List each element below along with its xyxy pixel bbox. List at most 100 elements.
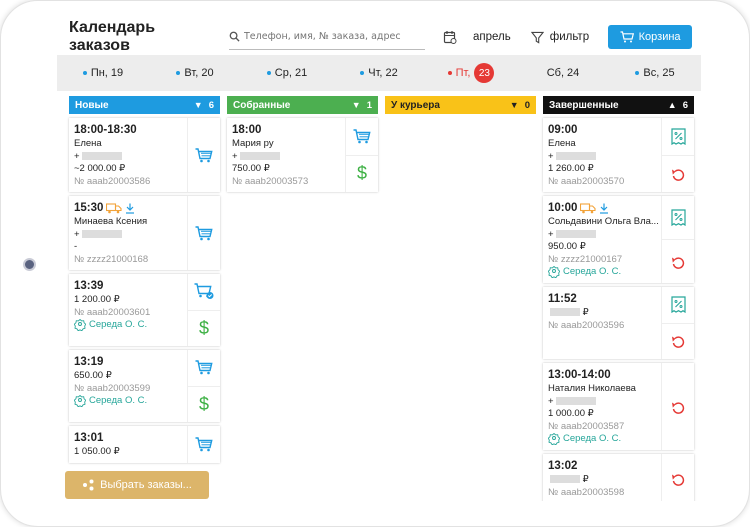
tab-day-fri[interactable]: Пт, 23 xyxy=(425,55,517,91)
customer-name: Наталия Николаева xyxy=(548,383,636,394)
order-time-row: 11:52 xyxy=(548,291,656,307)
courier-name: Середа О. С. xyxy=(89,395,148,406)
order-card[interactable]: 13:02 ₽ № aaab20003598 xyxy=(543,454,694,501)
cart-button[interactable]: Корзина xyxy=(608,25,693,49)
customer-phone: + xyxy=(232,150,238,162)
undo-button[interactable] xyxy=(662,363,694,450)
redacted-phone xyxy=(81,151,122,160)
receipt-icon xyxy=(670,296,686,314)
order-card[interactable]: 09:00 Елена +1 260.00 ₽ № aaab20003570 xyxy=(543,118,694,192)
courier-badge-icon xyxy=(74,319,86,332)
select-orders-button[interactable]: Выбрать заказы... xyxy=(65,471,209,499)
calendar-icon xyxy=(443,30,457,44)
camera-icon xyxy=(23,258,36,271)
undo-button[interactable] xyxy=(662,324,694,360)
cart-button[interactable] xyxy=(188,426,220,463)
tab-day-sat[interactable]: Сб, 24 xyxy=(517,55,609,91)
order-actions: $ xyxy=(187,350,220,422)
customer-phone: + xyxy=(74,150,80,162)
dollar-button[interactable]: $ xyxy=(346,156,378,193)
order-actions xyxy=(661,287,694,359)
column-header[interactable]: У курьера ▼ 0 xyxy=(385,96,536,114)
dollar-button[interactable]: $ xyxy=(188,387,220,423)
month-picker[interactable]: апрель xyxy=(443,30,511,44)
tab-day-wed[interactable]: Ср, 21 xyxy=(241,55,333,91)
undo-icon xyxy=(671,334,685,349)
tab-day-thu[interactable]: Чт, 22 xyxy=(333,55,425,91)
customer-phone-row: + xyxy=(74,151,182,164)
download-icon xyxy=(125,203,135,214)
day-dot xyxy=(176,71,181,75)
undo-button[interactable] xyxy=(662,156,694,193)
column-title: У курьера xyxy=(391,99,440,111)
order-amount: ~2 000.00 ₽ xyxy=(74,163,126,174)
customer-name: Сольдавини Ольга Вла... xyxy=(548,216,659,227)
tab-day-mon[interactable]: Пн, 19 xyxy=(57,55,149,91)
tab-day-tue[interactable]: Вт, 20 xyxy=(149,55,241,91)
dollar-button[interactable]: $ xyxy=(188,311,220,347)
tab-day-sun[interactable]: Вс, 25 xyxy=(609,55,701,91)
column-courier: У курьера ▼ 0 xyxy=(385,96,536,501)
order-card[interactable]: 13:01 1 050.00 ₽ xyxy=(69,426,220,463)
courier-badge-icon xyxy=(548,433,560,446)
sort-arrow-icon[interactable]: ▼ xyxy=(352,100,361,110)
order-actions xyxy=(187,118,220,192)
order-card[interactable]: 13:00-14:00 Наталия Николаева +1 000.00 ₽ №… xyxy=(543,363,694,450)
app-screen: Календарь заказов апрель фильтр Корзина … xyxy=(57,19,701,501)
receipt-button[interactable] xyxy=(662,287,694,324)
order-time-row: 13:19 xyxy=(74,354,182,370)
receipt-button[interactable] xyxy=(662,196,694,240)
search-input[interactable] xyxy=(244,31,420,42)
courier-name: Середа О. С. xyxy=(563,433,622,444)
column-title: Собранные xyxy=(233,99,291,111)
order-card[interactable]: 13:19 650.00 ₽ № aaab20003599 Середа О. С. $ xyxy=(69,350,220,422)
day-label: Сб, 24 xyxy=(546,67,580,79)
sort-arrow-icon[interactable]: ▼ xyxy=(194,100,203,110)
delivery-truck-icon xyxy=(106,202,122,214)
undo-button[interactable] xyxy=(662,454,694,501)
order-time: 11:52 xyxy=(548,293,577,305)
customer-phone: + xyxy=(74,228,80,240)
sort-arrow-icon[interactable]: ▲ xyxy=(668,100,677,110)
order-amount: 1 050.00 ₽ xyxy=(74,446,120,457)
order-card[interactable]: 18:00-18:30 Елена + ~2 000.00 ₽ № aaab200035… xyxy=(69,118,220,192)
order-number: № aaab20003573 xyxy=(232,175,309,187)
undo-icon xyxy=(671,167,685,181)
cart-button[interactable] xyxy=(188,118,220,192)
customer-phone-row: + xyxy=(548,229,656,242)
column-header[interactable]: Собранные ▼ 1 xyxy=(227,96,378,114)
order-card[interactable]: 18:00 Мария ру +750.00 ₽ № aaab20003573 $ xyxy=(227,118,378,192)
download-icon xyxy=(599,203,609,214)
column-header[interactable]: Новые ▼ 6 xyxy=(69,96,220,114)
column-header[interactable]: Завершенные ▲ 6 xyxy=(543,96,694,114)
filter-button[interactable]: фильтр xyxy=(530,31,589,44)
cart-check-button[interactable] xyxy=(188,274,220,311)
undo-button[interactable] xyxy=(662,240,694,283)
cart-button[interactable] xyxy=(188,350,220,387)
order-amount: 650.00 ₽ xyxy=(74,370,112,381)
courier-row: Середа О. С. xyxy=(548,433,656,446)
dollar-icon: $ xyxy=(198,393,209,414)
column-title: Новые xyxy=(75,99,109,111)
receipt-icon xyxy=(670,128,686,145)
cart-button[interactable] xyxy=(346,118,378,156)
cart-button[interactable] xyxy=(188,196,220,270)
order-card[interactable]: 11:52 ₽ № aaab20003596 xyxy=(543,287,694,359)
receipt-button[interactable] xyxy=(662,118,694,156)
search-field[interactable] xyxy=(229,24,425,50)
day-dot xyxy=(447,71,452,75)
sort-arrow-icon[interactable]: ▼ xyxy=(510,100,519,110)
search-icon xyxy=(229,31,240,42)
customer-phone-row: + xyxy=(548,151,656,164)
day-label: Вт, 20 xyxy=(184,67,214,79)
courier-row: Середа О. С. xyxy=(74,319,182,332)
order-card[interactable]: 10:00 Сольдавини Ольга Вла... +950.00 ₽ № z… xyxy=(543,196,694,283)
day-tabs: Пн, 19 Вт, 20 Ср, 21 Чт, 22 Пт, 23 Сб, 24… xyxy=(57,55,701,91)
column-count: 6 xyxy=(682,99,688,111)
order-card[interactable]: 15:30 Минаева Ксения + - № zzzz21000168 xyxy=(69,196,220,270)
cart-icon xyxy=(195,147,213,163)
order-card[interactable]: 13:39 1 200.00 ₽ № aaab20003601 Середа О. С… xyxy=(69,274,220,346)
day-label: Пт, xyxy=(455,67,471,79)
order-time: 18:00-18:30 xyxy=(74,124,137,136)
cart-icon xyxy=(195,437,213,452)
